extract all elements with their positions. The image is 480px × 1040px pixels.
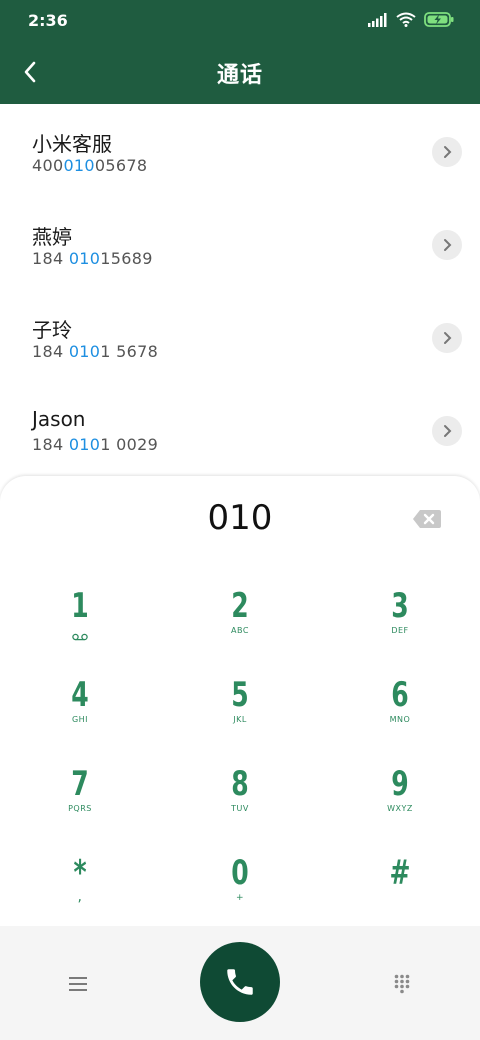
contact-detail-button[interactable] — [432, 323, 462, 353]
key-6[interactable]: 6 MNO — [340, 675, 460, 745]
contact-detail-button[interactable] — [432, 230, 462, 260]
contact-number: 184 0101 0029 — [32, 435, 159, 454]
contact-row[interactable]: 燕婷 184 01015689 — [0, 197, 480, 290]
key-4[interactable]: 4 GHI — [20, 675, 140, 745]
status-bar: 2:36 — [0, 0, 480, 40]
contact-name: Jason — [32, 407, 86, 431]
contact-detail-button[interactable] — [432, 137, 462, 167]
key-8[interactable]: 8 TUV — [180, 764, 300, 834]
dialpad-panel: 010 1 2 ABC 3 DEF 4 GHI 5 JKL 6 MNO 7 PQ… — [0, 476, 480, 926]
number-match-highlight: 010 — [68, 342, 101, 361]
signal-icon — [368, 12, 387, 27]
contact-name: 子玲 — [32, 318, 72, 342]
status-time: 2:36 — [28, 11, 68, 30]
key-7[interactable]: 7 PQRS — [20, 764, 140, 834]
number-match-highlight: 010 — [68, 435, 101, 454]
contact-name: 小米客服 — [32, 132, 112, 156]
dialpad-toggle-button[interactable] — [386, 968, 418, 1000]
contact-number: 184 01015689 — [32, 249, 153, 268]
key-hash[interactable]: # — [340, 853, 460, 923]
call-button[interactable] — [200, 942, 280, 1022]
battery-charging-icon — [424, 12, 454, 27]
backspace-icon — [413, 510, 441, 528]
backspace-button[interactable] — [412, 508, 442, 530]
bottom-action-bar — [0, 926, 480, 1040]
wifi-icon — [396, 12, 416, 27]
chevron-right-icon — [444, 239, 452, 251]
contact-row[interactable]: 小米客服 40001005678 — [0, 104, 480, 197]
number-match-highlight: 010 — [68, 249, 101, 268]
chevron-right-icon — [444, 146, 452, 158]
key-star[interactable]: * , — [20, 853, 140, 923]
contact-name: 燕婷 — [32, 225, 72, 249]
status-icons — [368, 12, 454, 27]
hamburger-menu-icon — [69, 977, 87, 991]
key-1[interactable]: 1 — [20, 586, 140, 656]
chevron-right-icon — [444, 332, 452, 344]
contact-detail-button[interactable] — [432, 416, 462, 446]
key-9[interactable]: 9 WXYZ — [340, 764, 460, 834]
key-3[interactable]: 3 DEF — [340, 586, 460, 656]
chevron-right-icon — [444, 425, 452, 437]
contact-number: 184 0101 5678 — [32, 342, 159, 361]
contact-number: 40001005678 — [32, 156, 148, 175]
page-title: 通话 — [216, 63, 263, 88]
dialpad-grid-icon — [394, 974, 410, 994]
key-0[interactable]: 0 + — [180, 853, 300, 923]
key-2[interactable]: 2 ABC — [180, 586, 300, 656]
key-5[interactable]: 5 JKL — [180, 675, 300, 745]
contact-row[interactable]: Jason 184 0101 0029 — [0, 383, 480, 476]
dialed-number-display[interactable]: 010 — [0, 498, 480, 538]
menu-button[interactable] — [62, 970, 94, 998]
number-match-highlight: 010 — [63, 156, 95, 175]
voicemail-icon — [72, 633, 88, 641]
contact-results-list: 小米客服 40001005678 燕婷 184 01015689 子玲 184 … — [0, 104, 480, 476]
phone-icon — [227, 969, 253, 995]
contact-row[interactable]: 子玲 184 0101 5678 — [0, 290, 480, 383]
app-bar: 通话 — [0, 40, 480, 104]
